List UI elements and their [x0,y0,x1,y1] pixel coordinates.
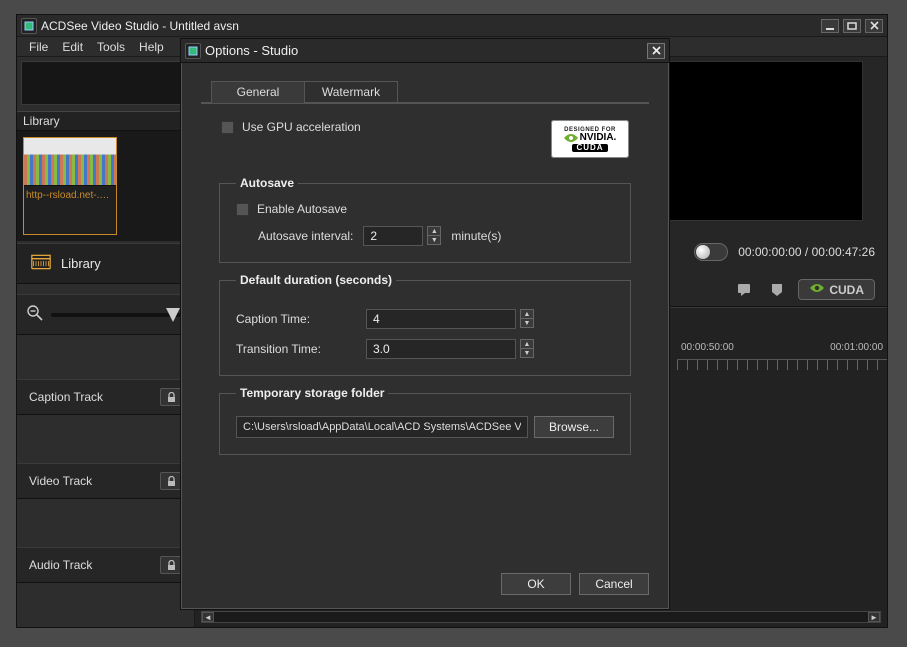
tab-watermark[interactable]: Watermark [304,81,398,103]
time-display: 00:00:00:00 / 00:00:47:26 [738,245,875,259]
cuda-button[interactable]: CUDA [798,279,875,300]
zoom-slider-thumb[interactable] [166,308,180,322]
zoom-row [17,294,194,335]
left-panel: Library http--rsload.net-.m... Library [17,57,195,627]
playback-row: 00:00:00:00 / 00:00:47:26 [694,243,875,261]
library-tab[interactable]: Library [17,243,194,284]
duration-group: Default duration (seconds) Caption Time:… [219,273,631,376]
dialog-body: General Watermark Use GPU acceleration D… [181,63,669,565]
audio-track-header[interactable]: Audio Track [17,547,194,583]
gpu-row: Use GPU acceleration DESIGNED FOR NVIDIA… [201,104,649,166]
preview-controls: CUDA [734,279,875,300]
minimize-button[interactable] [821,19,839,33]
menu-edit[interactable]: Edit [56,38,89,56]
transition-spin-down[interactable]: ▼ [520,348,534,358]
ok-button[interactable]: OK [501,573,571,595]
browse-button[interactable]: Browse... [534,416,614,438]
menu-help[interactable]: Help [133,38,170,56]
library-icon [31,254,51,273]
zoom-out-icon[interactable] [27,305,43,324]
caption-track-header[interactable]: Caption Track [17,379,194,415]
caption-track-label: Caption Track [29,390,103,404]
nvidia-eye-icon [809,282,825,297]
temp-folder-input[interactable] [236,416,528,438]
cancel-button[interactable]: Cancel [579,573,649,595]
gpu-checkbox[interactable] [221,121,234,134]
nvidia-badge: DESIGNED FOR NVIDIA. CUDA [551,120,629,158]
transition-time-label: Transition Time: [236,342,356,356]
audio-track-label: Audio Track [29,558,92,572]
nvidia-brand: NVIDIA. [580,133,617,143]
ruler-tick-b: 00:01:00:00 [830,342,883,359]
temp-folder-group: Temporary storage folder Browse... [219,386,631,455]
close-button[interactable] [865,19,883,33]
gpu-checkbox-label: Use GPU acceleration [242,120,361,134]
temp-folder-legend: Temporary storage folder [236,386,388,400]
autosave-enable-checkbox[interactable] [236,203,249,216]
dialog-footer: OK Cancel [181,565,669,609]
dialog-close-button[interactable] [647,43,665,59]
caption-spin-down[interactable]: ▼ [520,318,534,328]
dialog-icon [185,43,201,59]
transition-time-input[interactable] [366,339,516,359]
dialog-title: Options - Studio [205,43,647,58]
autosave-group: Autosave Enable Autosave Autosave interv… [219,176,631,263]
autosave-legend: Autosave [236,176,298,190]
scroll-right-icon[interactable]: ► [868,612,880,622]
thumbnail-image [24,138,116,186]
video-track-lock-icon[interactable] [160,472,182,490]
preview-strip [21,61,190,105]
autosave-unit: minute(s) [451,229,501,243]
library-tab-label: Library [61,256,101,271]
video-track-header[interactable]: Video Track [17,463,194,499]
thumbnail-caption: http--rsload.net-.m... [24,186,116,205]
autosave-enable-label: Enable Autosave [257,202,347,216]
gpu-checkbox-row[interactable]: Use GPU acceleration [221,120,361,134]
scroll-left-icon[interactable]: ◄ [202,612,214,622]
cuda-button-label: CUDA [829,283,864,297]
main-titlebar: ACDSee Video Studio - Untitled avsn [17,15,887,37]
dialog-titlebar: Options - Studio [181,39,669,63]
track-headers: Caption Track Video Track Audio Track [17,335,194,627]
autosave-interval-label: Autosave interval: [258,229,353,243]
duration-legend: Default duration (seconds) [236,273,396,287]
chat-icon[interactable] [734,281,756,299]
ruler-tick-a: 00:00:50:00 [681,342,734,359]
play-toggle[interactable] [694,243,728,261]
audio-track-lock-icon[interactable] [160,556,182,574]
menu-tools[interactable]: Tools [91,38,131,56]
autosave-enable-row[interactable]: Enable Autosave [236,202,614,216]
library-thumbnail[interactable]: http--rsload.net-.m... [23,137,117,235]
nvidia-cuda-label: CUDA [572,144,607,152]
nvidia-eye-icon [564,133,578,143]
video-track-label: Video Track [29,474,92,488]
autosave-interval-input[interactable] [363,226,423,246]
ruler-ticks [677,360,887,370]
marker-icon[interactable] [766,281,788,299]
menu-file[interactable]: File [23,38,54,56]
library-body: http--rsload.net-.m... [17,131,194,241]
caption-time-label: Caption Time: [236,312,356,326]
zoom-slider[interactable] [51,313,184,317]
dialog-tabs: General Watermark [211,81,649,103]
tab-general[interactable]: General [211,81,305,103]
caption-time-input[interactable] [366,309,516,329]
maximize-button[interactable] [843,19,861,33]
autosave-spin-down[interactable]: ▼ [427,235,441,245]
options-dialog: Options - Studio General Watermark Use G… [180,38,670,610]
timeline-h-scrollbar[interactable]: ◄ ► [201,611,881,623]
app-icon [21,18,37,34]
app-title: ACDSee Video Studio - Untitled avsn [41,19,821,33]
caption-track-lock-icon[interactable] [160,388,182,406]
library-header: Library [17,111,194,131]
time-ruler[interactable]: 00:00:50:00 00:01:00:00 [677,342,887,360]
